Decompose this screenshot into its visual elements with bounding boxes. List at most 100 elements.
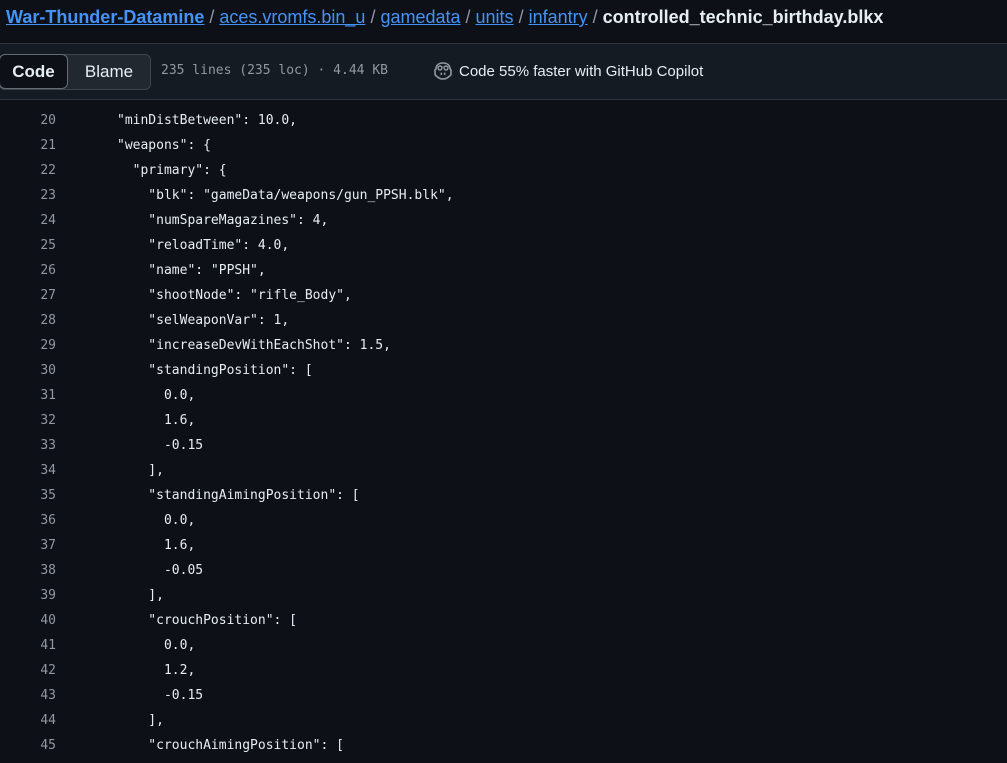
- code-line: 44 ],: [0, 708, 1007, 733]
- line-number[interactable]: 38: [0, 558, 56, 583]
- line-content: "increaseDevWithEachShot": 1.5,: [117, 338, 391, 353]
- breadcrumb-separator: /: [518, 7, 524, 27]
- line-number[interactable]: 37: [0, 533, 56, 558]
- code-line: 39 ],: [0, 583, 1007, 608]
- line-number[interactable]: 34: [0, 458, 56, 483]
- copilot-icon: [434, 62, 452, 80]
- line-number[interactable]: 24: [0, 208, 56, 233]
- breadcrumb-link-gamedata[interactable]: gamedata: [380, 7, 460, 27]
- line-content: -0.15: [117, 688, 204, 703]
- code-line: 32 1.6,: [0, 408, 1007, 433]
- breadcrumb: War-Thunder-Datamine / aces.vromfs.bin_u / g…: [6, 6, 883, 28]
- code-line: 45 "crouchAimingPosition": [: [0, 733, 1007, 758]
- line-number[interactable]: 31: [0, 383, 56, 408]
- code-line: 28 "selWeaponVar": 1,: [0, 308, 1007, 333]
- line-number[interactable]: 42: [0, 658, 56, 683]
- line-number[interactable]: 45: [0, 733, 56, 758]
- view-mode-toggle: Code Blame: [0, 54, 151, 90]
- line-number[interactable]: 21: [0, 133, 56, 158]
- line-number[interactable]: 30: [0, 358, 56, 383]
- line-content: "standingAimingPosition": [: [117, 488, 360, 503]
- line-number[interactable]: 33: [0, 433, 56, 458]
- line-content: "shootNode": "rifle_Body",: [117, 288, 352, 303]
- code-line: 20 "minDistBetween": 10.0,: [0, 108, 1007, 133]
- line-number[interactable]: 43: [0, 683, 56, 708]
- line-number[interactable]: 40: [0, 608, 56, 633]
- code-line: 24 "numSpareMagazines": 4,: [0, 208, 1007, 233]
- line-number[interactable]: 29: [0, 333, 56, 358]
- line-content: ],: [117, 588, 164, 603]
- code-line: 23 "blk": "gameData/weapons/gun_PPSH.blk…: [0, 183, 1007, 208]
- line-number[interactable]: 27: [0, 283, 56, 308]
- line-content: 0.0,: [117, 388, 196, 403]
- code-line: 40 "crouchPosition": [: [0, 608, 1007, 633]
- line-content: "standingPosition": [: [117, 363, 313, 378]
- code-line: 29 "increaseDevWithEachShot": 1.5,: [0, 333, 1007, 358]
- code-line: 31 0.0,: [0, 383, 1007, 408]
- code-line: 22 "primary": {: [0, 158, 1007, 183]
- line-number[interactable]: 36: [0, 508, 56, 533]
- breadcrumb-link-aces[interactable]: aces.vromfs.bin_u: [219, 7, 365, 27]
- line-number[interactable]: 44: [0, 708, 56, 733]
- code-line: 42 1.2,: [0, 658, 1007, 683]
- code-line: 41 0.0,: [0, 633, 1007, 658]
- line-number[interactable]: 23: [0, 183, 56, 208]
- breadcrumb-separator: /: [209, 7, 215, 27]
- line-number[interactable]: 22: [0, 158, 56, 183]
- code-line: 37 1.6,: [0, 533, 1007, 558]
- line-content: 1.2,: [117, 663, 196, 678]
- line-content: "crouchPosition": [: [117, 613, 298, 628]
- line-content: 0.0,: [117, 638, 196, 653]
- copilot-promo-link[interactable]: Code 55% faster with GitHub Copilot: [433, 62, 703, 80]
- code-line: 34 ],: [0, 458, 1007, 483]
- breadcrumb-separator: /: [370, 7, 376, 27]
- line-number[interactable]: 25: [0, 233, 56, 258]
- line-content: "crouchAimingPosition": [: [117, 738, 344, 753]
- line-content: "minDistBetween": 10.0,: [117, 113, 298, 128]
- line-content: "name": "PPSH",: [117, 263, 266, 278]
- code-line: 30 "standingPosition": [: [0, 358, 1007, 383]
- line-content: ],: [117, 463, 164, 478]
- code-line: 35 "standingAimingPosition": [: [0, 483, 1007, 508]
- line-content: 1.6,: [117, 538, 196, 553]
- line-content: ],: [117, 713, 164, 728]
- breadcrumb-separator: /: [465, 7, 471, 27]
- copilot-promo-label: Code 55% faster with GitHub Copilot: [459, 62, 704, 80]
- line-number[interactable]: 28: [0, 308, 56, 333]
- line-content: -0.05: [117, 563, 204, 578]
- breadcrumb-repo-link[interactable]: War-Thunder-Datamine: [6, 7, 204, 27]
- code-line: 21 "weapons": {: [0, 133, 1007, 158]
- line-content: "selWeaponVar": 1,: [117, 313, 290, 328]
- code-viewer[interactable]: "minDistBetween": 10.0, 20 "minDistBetwee…: [0, 100, 1007, 763]
- file-toolbar: Code Blame 235 lines (235 loc) · 4.44 KB…: [0, 44, 1007, 100]
- code-line: 33 -0.15: [0, 433, 1007, 458]
- line-number[interactable]: 26: [0, 258, 56, 283]
- line-content: -0.15: [117, 438, 204, 453]
- line-number[interactable]: 20: [0, 108, 56, 133]
- file-meta-info: 235 lines (235 loc) · 4.44 KB: [161, 63, 388, 78]
- line-content: "primary": {: [117, 163, 227, 178]
- code-view-button[interactable]: Code: [0, 54, 68, 89]
- breadcrumb-current-file: controlled_technic_birthday.blkx: [602, 7, 884, 27]
- code-line: 27 "shootNode": "rifle_Body",: [0, 283, 1007, 308]
- line-content: 0.0,: [117, 513, 196, 528]
- blame-view-button[interactable]: Blame: [68, 55, 150, 89]
- line-number[interactable]: 35: [0, 483, 56, 508]
- code-line: 25 "reloadTime": 4.0,: [0, 233, 1007, 258]
- breadcrumb-separator: /: [592, 7, 598, 27]
- line-number[interactable]: 39: [0, 583, 56, 608]
- line-content: 1.6,: [117, 413, 196, 428]
- code-line: 36 0.0,: [0, 508, 1007, 533]
- line-content: "blk": "gameData/weapons/gun_PPSH.blk",: [117, 188, 454, 203]
- line-number[interactable]: 32: [0, 408, 56, 433]
- breadcrumb-link-infantry[interactable]: infantry: [529, 7, 588, 27]
- code-line: 38 -0.05: [0, 558, 1007, 583]
- file-header: War-Thunder-Datamine / aces.vromfs.bin_u / g…: [0, 0, 1007, 44]
- line-content: "reloadTime": 4.0,: [117, 238, 290, 253]
- code-line: 43 -0.15: [0, 683, 1007, 708]
- breadcrumb-link-units[interactable]: units: [476, 7, 514, 27]
- line-content: "numSpareMagazines": 4,: [117, 213, 329, 228]
- code-line: 26 "name": "PPSH",: [0, 258, 1007, 283]
- line-content: "weapons": {: [117, 138, 211, 153]
- line-number[interactable]: 41: [0, 633, 56, 658]
